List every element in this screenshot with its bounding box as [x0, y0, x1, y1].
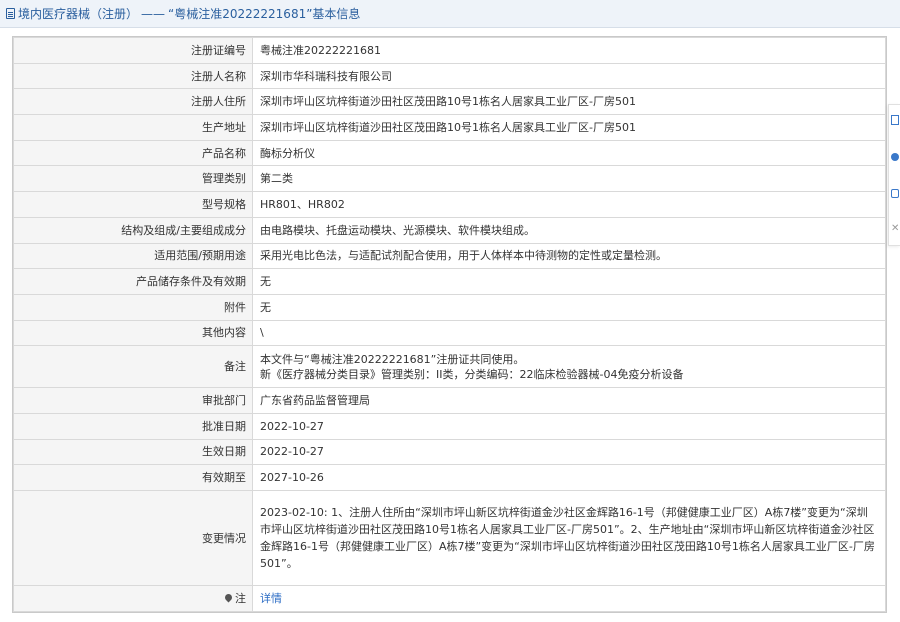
field-label: 注册人住所	[13, 88, 253, 116]
field-value: 2022-10-27	[252, 412, 886, 440]
field-value: 2022-10-27	[252, 438, 886, 466]
field-value: 由电路模块、托盘运动模块、光源模块、软件模块组成。	[252, 216, 886, 244]
field-label: 结构及组成/主要组成成分	[13, 216, 253, 244]
field-label: 变更情况	[13, 490, 253, 586]
table-row: 审批部门 广东省药品监督管理局	[13, 387, 886, 414]
field-label: 注册人名称	[13, 62, 253, 90]
table-row: 型号规格 HR801、HR802	[13, 191, 886, 218]
table-row: 有效期至 2027-10-26	[13, 464, 886, 491]
field-label: 注册证编号	[13, 37, 253, 64]
field-value: 深圳市坪山区坑梓街道沙田社区茂田路10号1栋名人居家具工业厂区-厂房501	[252, 114, 886, 141]
document-icon	[6, 8, 15, 19]
table-row: 注册人住所 深圳市坪山区坑梓街道沙田社区茂田路10号1栋名人居家具工业厂区-厂房…	[13, 88, 886, 116]
field-value: 无	[252, 293, 886, 321]
field-value: 无	[252, 268, 886, 295]
table-row: 注册证编号 粤械注准20222221681	[13, 37, 886, 64]
field-label: 产品储存条件及有效期	[13, 268, 253, 295]
table-row: 生产地址 深圳市坪山区坑梓街道沙田社区茂田路10号1栋名人居家具工业厂区-厂房5…	[13, 114, 886, 141]
field-value: 粤械注准20222221681	[252, 37, 886, 64]
field-label: 型号规格	[13, 191, 253, 218]
breadcrumb-separator: ——	[141, 6, 166, 21]
note-value: 详情	[252, 585, 886, 612]
table-row-change: 变更情况 2023-02-10: 1、注册人住所由“深圳市坪山新区坑梓街道金沙社…	[13, 490, 886, 586]
field-value: 深圳市华科瑞科技有限公司	[252, 62, 886, 90]
field-value: 采用光电比色法，与适配试剂配合使用，用于人体样本中待测物的定性或定量检测。	[252, 242, 886, 270]
note-label-cell: 注	[13, 585, 253, 612]
table-row: 附件 无	[13, 293, 886, 321]
field-value: 深圳市坪山区坑梓街道沙田社区茂田路10号1栋名人居家具工业厂区-厂房501	[252, 88, 886, 116]
field-label: 附件	[13, 293, 253, 321]
field-label: 注	[235, 591, 246, 605]
document-icon[interactable]	[891, 113, 900, 127]
field-label: 审批部门	[13, 387, 253, 414]
table-row: 产品储存条件及有效期 无	[13, 268, 886, 295]
field-label: 备注	[13, 345, 253, 389]
detail-table: 注册证编号 粤械注准20222221681 注册人名称 深圳市华科瑞科技有限公司…	[12, 36, 887, 613]
field-label: 产品名称	[13, 139, 253, 167]
field-value: 2027-10-26	[252, 464, 886, 491]
field-value: HR801、HR802	[252, 191, 886, 218]
table-row: 管理类别 第二类	[13, 165, 886, 193]
page-title: “粤械注准20222221681”基本信息	[168, 7, 361, 21]
details-link[interactable]: 详情	[260, 592, 282, 605]
field-label: 有效期至	[13, 464, 253, 491]
table-row-remark: 备注 本文件与“粤械注准20222221681”注册证共同使用。 新《医疗器械分…	[13, 345, 886, 389]
table-row: 生效日期 2022-10-27	[13, 438, 886, 466]
breadcrumb[interactable]: 境内医疗器械（注册）	[18, 5, 138, 22]
table-row: 结构及组成/主要组成成分 由电路模块、托盘运动模块、光源模块、软件模块组成。	[13, 216, 886, 244]
table-row: 其他内容 \	[13, 319, 886, 347]
field-label: 批准日期	[13, 412, 253, 440]
field-label: 适用范围/预期用途	[13, 242, 253, 270]
side-toolbar: ✕	[888, 104, 900, 246]
field-value: 第二类	[252, 165, 886, 193]
remark-line: 本文件与“粤械注准20222221681”注册证共同使用。	[260, 352, 525, 366]
field-label: 其他内容	[13, 319, 253, 347]
table-row: 产品名称 酶标分析仪	[13, 139, 886, 167]
table-row: 适用范围/预期用途 采用光电比色法，与适配试剂配合使用，用于人体样本中待测物的定…	[13, 242, 886, 270]
field-label: 管理类别	[13, 165, 253, 193]
pin-icon	[223, 592, 234, 603]
remark-line: 新《医疗器械分类目录》管理类别：II类，分类编码：22临床检验器械-04免疫分析…	[260, 367, 684, 381]
field-value: 酶标分析仪	[252, 139, 886, 167]
page-header: 境内医疗器械（注册） —— “粤械注准20222221681”基本信息	[0, 0, 900, 28]
cube-icon[interactable]	[891, 187, 900, 201]
field-label: 生效日期	[13, 438, 253, 466]
field-value: \	[252, 319, 886, 347]
change-value: 2023-02-10: 1、注册人住所由“深圳市坪山新区坑梓街道金沙社区金辉路1…	[252, 490, 886, 586]
field-value: 广东省药品监督管理局	[252, 387, 886, 414]
close-icon[interactable]: ✕	[891, 223, 900, 237]
table-row: 注册人名称 深圳市华科瑞科技有限公司	[13, 62, 886, 90]
table-row-note: 注 详情	[13, 585, 886, 612]
remark-value: 本文件与“粤械注准20222221681”注册证共同使用。 新《医疗器械分类目录…	[252, 345, 886, 389]
table-row: 批准日期 2022-10-27	[13, 412, 886, 440]
circle-icon[interactable]	[891, 150, 900, 164]
field-label: 生产地址	[13, 114, 253, 141]
